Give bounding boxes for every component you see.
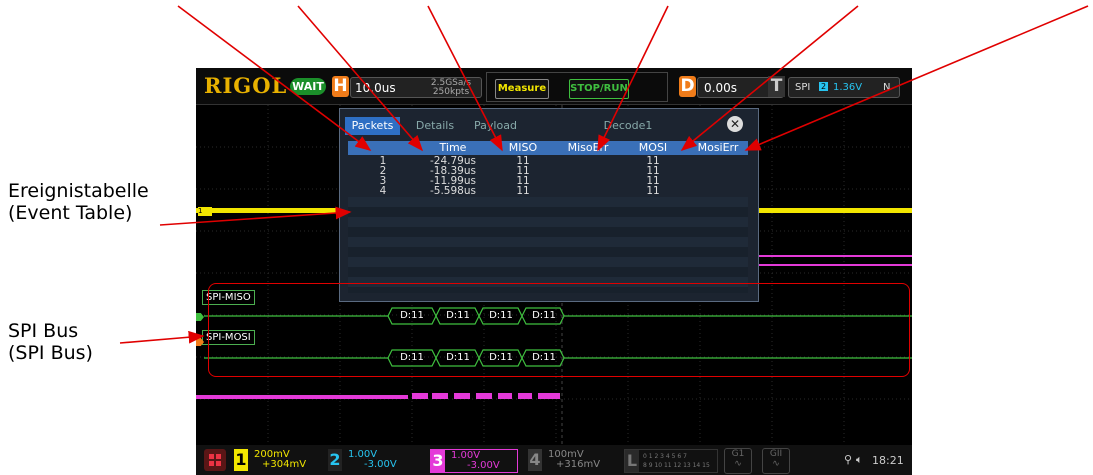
annotation-arrows [119, 5, 1089, 344]
